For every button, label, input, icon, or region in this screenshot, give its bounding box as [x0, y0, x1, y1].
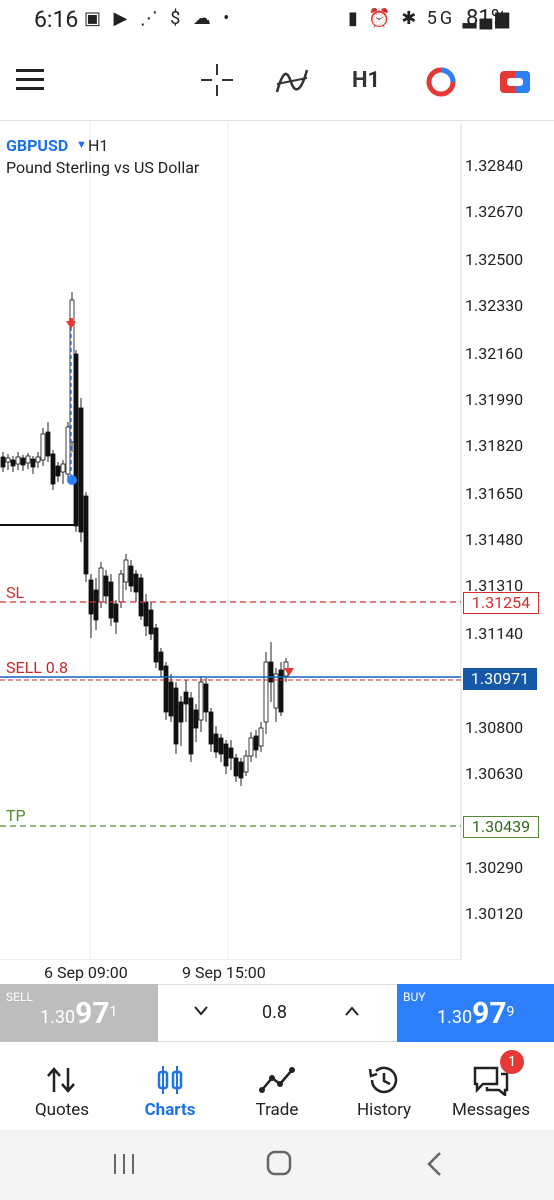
volume-decrease-icon[interactable] — [193, 1005, 209, 1017]
network-label: 5G — [426, 8, 456, 29]
charts-icon — [157, 1066, 183, 1094]
chart-type-icon[interactable] — [425, 66, 457, 98]
stop-loss-price[interactable]: 1.31254 — [463, 592, 539, 614]
price-axis-label: 1.30120 — [465, 904, 524, 923]
battery-level: 81% — [466, 6, 507, 31]
sell-position-label: SELL 0.8 — [6, 658, 68, 677]
price-axis-label: 1.31480 — [465, 530, 524, 549]
trade-icon — [259, 1067, 295, 1093]
price-axis-label: 1.32160 — [465, 344, 524, 363]
buy-caption: BUY — [403, 990, 426, 1004]
price-axis-label: 1.32500 — [465, 250, 524, 269]
date-axis-label: 6 Sep 09:00 — [44, 963, 128, 982]
price-axis-label: 1.30800 — [465, 718, 524, 737]
messages-badge: 1 — [500, 1050, 524, 1074]
volume-increase-icon[interactable] — [344, 1005, 360, 1017]
crosshair-icon[interactable] — [201, 64, 233, 96]
price-axis-label: 1.32670 — [465, 202, 524, 221]
chart-timeframe: H1 — [88, 136, 109, 155]
menu-icon[interactable] — [16, 69, 44, 91]
back-icon[interactable] — [425, 1151, 443, 1177]
nav-trade[interactable]: Trade — [223, 1044, 331, 1130]
home-icon[interactable] — [266, 1150, 292, 1176]
nav-messages[interactable]: Messages — [437, 1044, 545, 1130]
timeframe-button[interactable]: H1 — [352, 68, 380, 93]
nav-charts[interactable]: Charts — [116, 1044, 224, 1130]
status-bar: 6:16 ▣ ▶ ⋰ $ ☁ • ▮ ⏰ ✱ 5G ▂▄▆ 81% — [0, 0, 554, 42]
date-axis-label: 9 Sep 15:00 — [182, 963, 266, 982]
chart-toolbar — [0, 42, 554, 120]
symbol-dropdown-icon[interactable]: ▼ — [76, 138, 87, 151]
price-axis-label: 1.30630 — [465, 764, 524, 783]
take-profit-label: TP — [6, 806, 26, 825]
stop-loss-label: SL — [6, 583, 25, 602]
price-axis-label: 1.32330 — [465, 296, 524, 315]
history-icon — [368, 1066, 398, 1094]
nav-history-label: History — [356, 1100, 412, 1120]
price-axis-label: 1.31140 — [465, 624, 524, 643]
sell-caption: SELL — [6, 990, 33, 1004]
symbol-description: Pound Sterling vs US Dollar — [6, 158, 200, 177]
recent-apps-icon[interactable] — [112, 1152, 136, 1176]
quotes-icon — [47, 1067, 75, 1093]
sell-button[interactable]: SELL 1.30971 — [0, 984, 158, 1042]
nav-quotes[interactable]: Quotes — [8, 1044, 116, 1130]
indicators-icon[interactable] — [275, 66, 309, 96]
buy-price-prefix: 1.30 — [437, 1007, 473, 1028]
notification-icons: ▣ ▶ ⋰ $ ☁ • — [84, 8, 234, 29]
nav-history[interactable]: History — [330, 1044, 438, 1130]
symbol-name[interactable]: GBPUSD — [6, 136, 68, 155]
take-profit-price[interactable]: 1.30439 — [463, 816, 539, 838]
sell-price-pips: 97 — [75, 996, 110, 1031]
buy-price-fraction: 9 — [506, 1004, 515, 1020]
nav-trade-label: Trade — [255, 1100, 299, 1120]
nav-charts-label: Charts — [144, 1100, 196, 1120]
one-click-trading-icon[interactable] — [499, 68, 531, 96]
current-price-marker: 1.30971 — [463, 668, 537, 690]
buy-price-pips: 97 — [472, 996, 507, 1031]
status-time: 6:16 — [34, 6, 79, 33]
system-navigation-bar — [0, 1130, 554, 1200]
price-axis-label: 1.30290 — [465, 858, 524, 877]
price-axis-label: 1.32840 — [465, 156, 524, 175]
sell-price-fraction: 1 — [109, 1004, 118, 1020]
price-axis-label: 1.31650 — [465, 484, 524, 503]
candles — [0, 292, 289, 786]
price-axis-label: 1.31990 — [465, 390, 524, 409]
nav-quotes-label: Quotes — [34, 1100, 90, 1120]
price-axis-label: 1.31820 — [465, 436, 524, 455]
buy-button[interactable]: BUY 1.30979 — [397, 984, 554, 1042]
volume-value[interactable]: 0.8 — [262, 1002, 287, 1023]
sell-price-prefix: 1.30 — [40, 1007, 76, 1028]
toolbar-divider — [0, 120, 554, 121]
nav-messages-label: Messages — [452, 1100, 530, 1120]
